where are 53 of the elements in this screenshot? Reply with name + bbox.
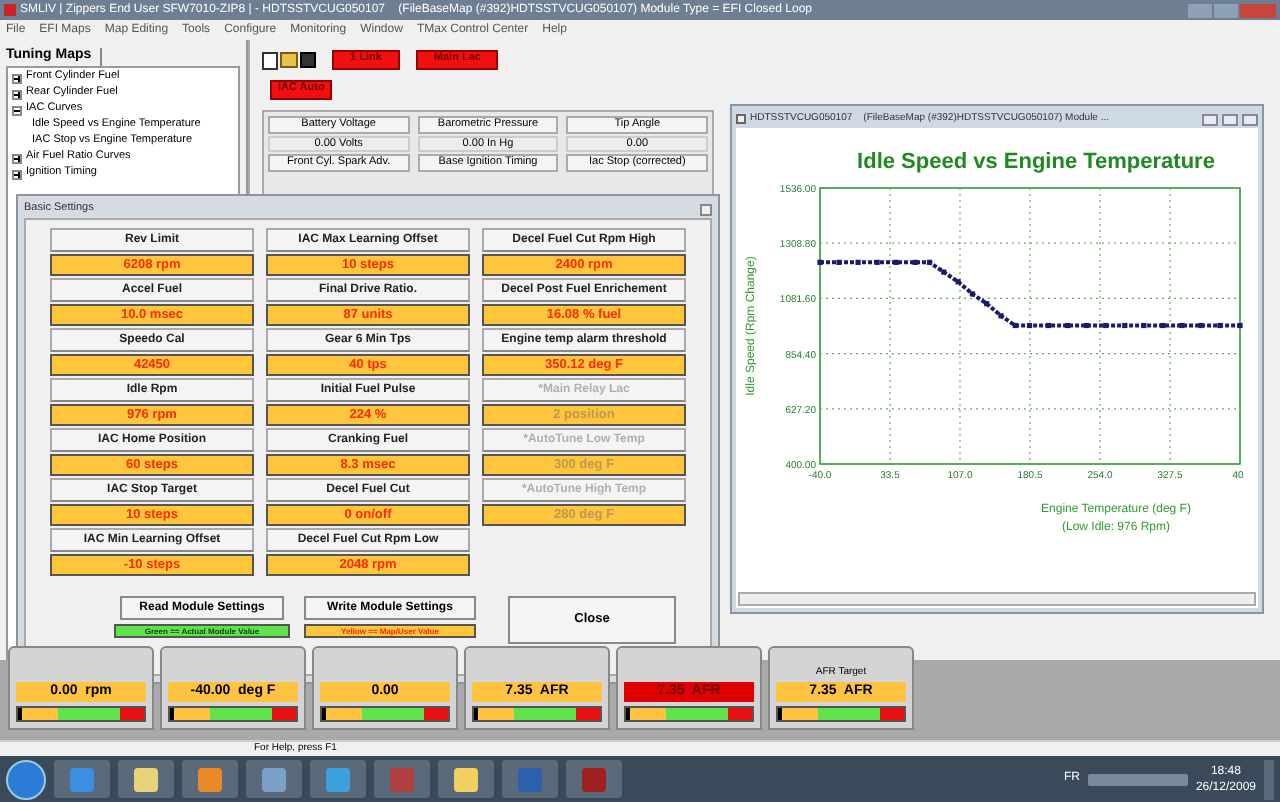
taskbar-app-icon[interactable] (118, 760, 174, 798)
collapse-icon[interactable] (12, 105, 22, 115)
data-point (969, 291, 975, 297)
expand-icon[interactable] (12, 73, 22, 83)
data-point (1012, 322, 1018, 329)
data-point (1122, 322, 1128, 329)
data-point (1103, 322, 1109, 329)
data-point (1217, 322, 1223, 329)
gauge-bar (168, 706, 298, 722)
close-button[interactable] (1242, 113, 1258, 125)
data-point (1084, 322, 1090, 329)
data-point (912, 259, 918, 265)
minimize-button[interactable] (1202, 113, 1218, 125)
data-point (1141, 322, 1147, 329)
taskbar-app-icon[interactable] (438, 760, 494, 798)
gauge-bar (472, 706, 602, 722)
data-point (1065, 322, 1071, 329)
data-point (817, 259, 823, 265)
chart-title: Idle Speed vs Engine Temperature (857, 150, 1215, 174)
data-point (874, 259, 880, 265)
close-button[interactable] (700, 204, 712, 216)
maximize-button[interactable] (1214, 3, 1238, 17)
start-button[interactable] (6, 759, 46, 799)
data-point (1045, 322, 1052, 329)
data-point (1237, 322, 1243, 329)
gauge-bar (624, 706, 754, 722)
restore-button[interactable] (1222, 113, 1238, 125)
gauge-bar (776, 706, 906, 722)
data-point (1198, 322, 1204, 329)
data-point (955, 279, 961, 285)
app-icon (4, 4, 16, 16)
data-point (984, 301, 990, 307)
data-point (855, 259, 861, 265)
window-icon (736, 114, 746, 124)
data-point (1160, 322, 1166, 329)
expand-icon[interactable] (12, 89, 22, 99)
data-point (1179, 322, 1185, 329)
data-point (926, 259, 933, 265)
expand-icon[interactable] (12, 153, 22, 163)
gauge-bar (16, 706, 146, 722)
data-point (1026, 322, 1033, 329)
taskbar-app-icon[interactable] (310, 760, 366, 798)
gauge-bar (320, 706, 450, 722)
data-point (941, 269, 947, 275)
data-point (893, 259, 899, 265)
minimize-button[interactable] (1188, 3, 1212, 17)
show-desktop-button[interactable] (1264, 759, 1274, 799)
data-point (998, 313, 1004, 319)
expand-icon[interactable] (12, 169, 22, 179)
data-point (836, 259, 842, 265)
taskbar-app-icon[interactable] (182, 760, 238, 798)
horizontal-scrollbar[interactable] (738, 592, 1256, 606)
taskbar-app-icon[interactable] (246, 760, 302, 798)
